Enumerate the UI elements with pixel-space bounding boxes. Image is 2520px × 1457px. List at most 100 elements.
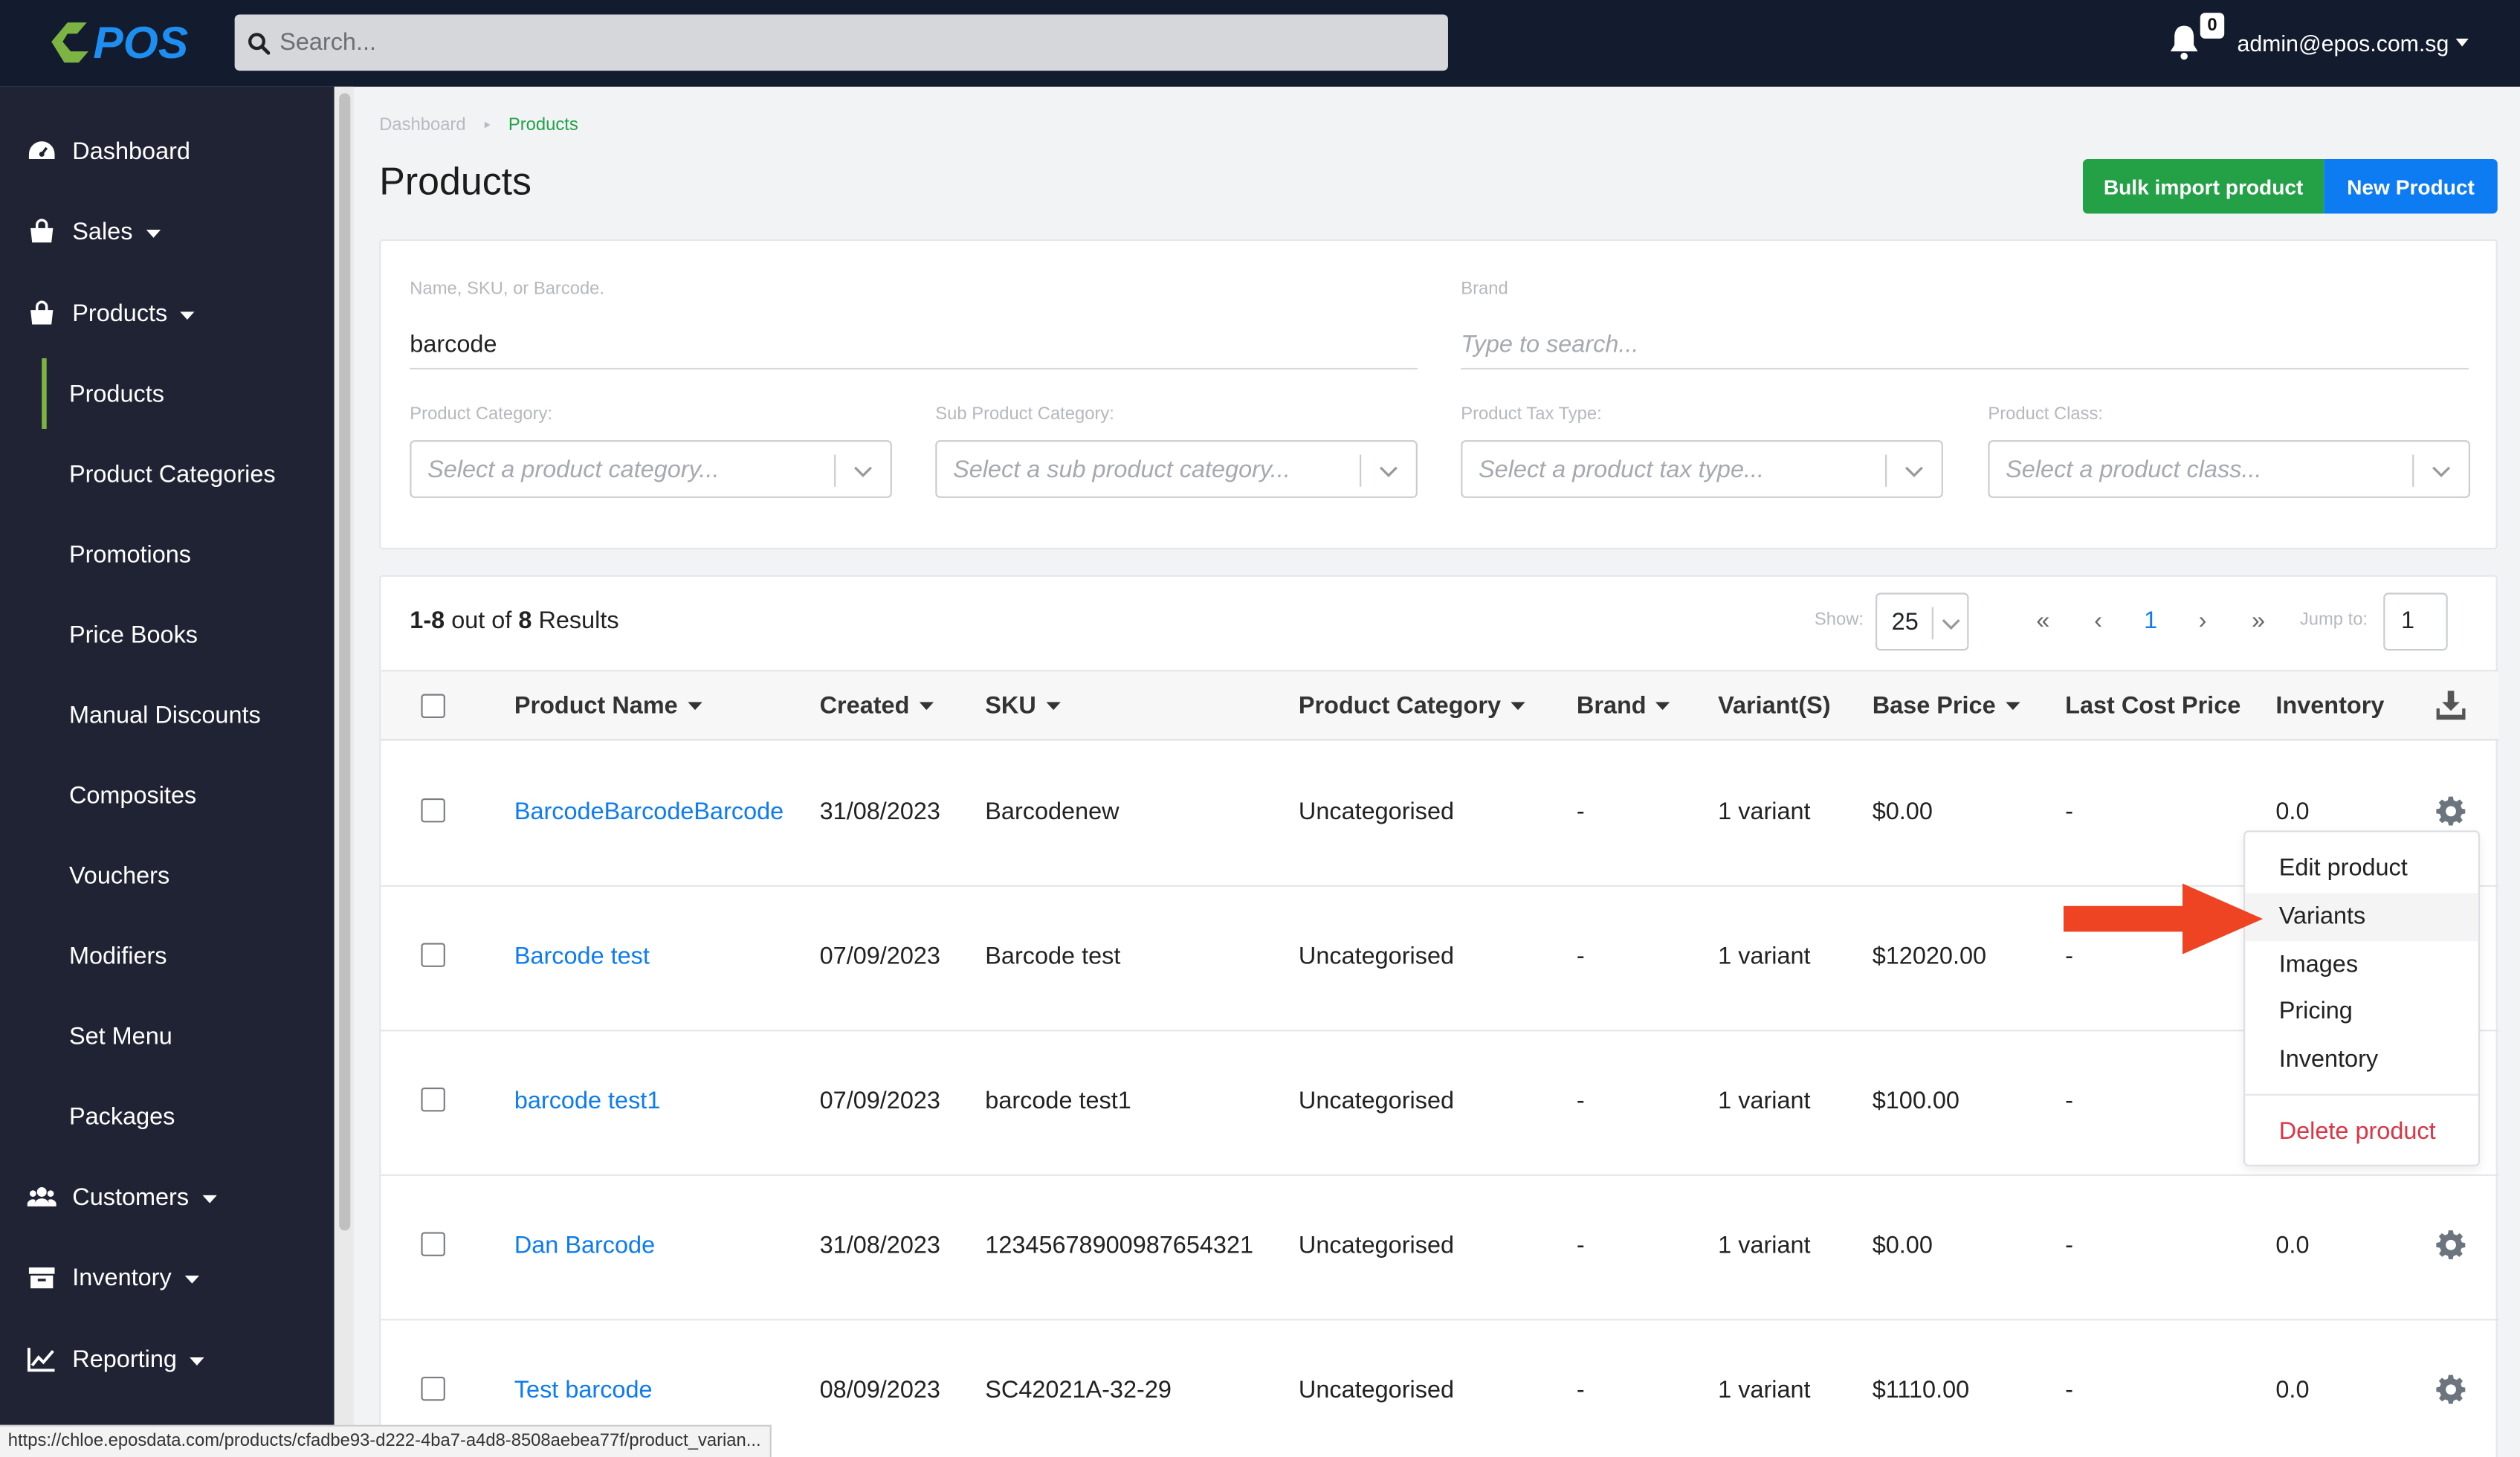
cell-base-price: $12020.00 (1872, 943, 1987, 971)
sidebar-subitem-price-books[interactable]: Price Books (0, 602, 335, 666)
menu-item-inventory[interactable]: Inventory (2245, 1036, 2478, 1085)
row-checkbox[interactable] (421, 1232, 445, 1256)
row-checkbox[interactable] (421, 943, 445, 967)
cell-category: Uncategorised (1298, 1376, 1455, 1404)
select-placeholder: Select a product category... (427, 456, 720, 484)
sidebar-scrollbar-thumb[interactable] (339, 93, 351, 1231)
cell-sku: 12345678900987654321 (985, 1232, 1254, 1260)
sidebar-item-label: Customers (72, 1183, 190, 1211)
gear-icon[interactable] (2435, 1374, 2466, 1406)
name-filter-input[interactable] (410, 321, 1418, 370)
current-page-button[interactable]: 1 (2144, 607, 2157, 635)
cell-brand: - (1576, 1376, 1585, 1404)
gear-icon[interactable] (2435, 795, 2466, 827)
user-menu[interactable]: admin@epos.com.sg (2238, 30, 2469, 56)
top-navbar: POS 0 admin@epos.com.sg (0, 0, 2520, 87)
sort-caret-icon (1045, 701, 1061, 710)
brand-filter-label: Brand (1461, 280, 1508, 299)
taxtype-select[interactable]: Select a product tax type... (1461, 440, 1943, 498)
results-count: 1-8 out of 8 Results (410, 607, 619, 635)
sidebar-subitem-vouchers[interactable]: Vouchers (0, 844, 335, 908)
cell-created: 08/09/2023 (819, 1376, 940, 1404)
menu-item-variants[interactable]: Variants (2245, 893, 2478, 942)
page-size-label: Show: (1814, 610, 1864, 630)
sidebar-item-reporting[interactable]: Reporting (0, 1327, 335, 1391)
caret-down-icon (184, 1274, 199, 1283)
category-select[interactable]: Select a product category... (410, 440, 892, 498)
row-checkbox[interactable] (421, 1087, 445, 1112)
sort-caret-icon (687, 701, 702, 710)
cell-last-cost: - (2065, 1087, 2073, 1115)
brand-filter-input[interactable] (1461, 321, 2469, 370)
sidebar-item-inventory[interactable]: Inventory (0, 1245, 335, 1309)
global-search[interactable] (234, 14, 1448, 71)
search-input[interactable] (280, 28, 1405, 56)
prev-page-button[interactable]: ‹ (2094, 607, 2102, 635)
cell-created: 07/09/2023 (819, 943, 940, 971)
download-icon[interactable] (2435, 689, 2466, 721)
select-placeholder: Select a sub product category... (953, 456, 1290, 484)
next-page-button[interactable]: › (2199, 607, 2207, 635)
first-page-button[interactable]: « (2036, 607, 2049, 635)
sidebar-subitem-manual-discounts[interactable]: Manual Discounts (0, 682, 335, 746)
gear-icon[interactable] (2435, 1229, 2466, 1261)
product-name-link[interactable]: Test barcode (514, 1377, 653, 1404)
sidebar-item-label: Promotions (68, 540, 192, 568)
cell-inventory: 0.0 (2275, 1376, 2310, 1404)
product-name-link[interactable]: BarcodeBarcodeBarcode (514, 798, 784, 826)
sidebar-subitem-modifiers[interactable]: Modifiers (0, 924, 335, 988)
col-sku[interactable]: SKU (985, 692, 1061, 720)
subcategory-select[interactable]: Select a sub product category... (935, 440, 1418, 498)
col-created[interactable]: Created (820, 692, 934, 720)
page: POS 0 admin@epos.com.sg Dashboard Sales … (0, 0, 2520, 1457)
sort-caret-icon (1655, 701, 1671, 710)
last-page-button[interactable]: » (2252, 607, 2265, 635)
bell-icon[interactable] (2166, 22, 2202, 61)
table-row: BarcodeBarcodeBarcode 31/08/2023 Barcode… (381, 742, 2499, 887)
col-product-category[interactable]: Product Category (1299, 692, 1525, 720)
menu-item-images[interactable]: Images (2245, 941, 2478, 989)
menu-item-edit-product[interactable]: Edit product (2245, 845, 2478, 894)
epos-logo[interactable]: POS (45, 14, 213, 68)
sidebar-subitem-product-categories[interactable]: Product Categories (0, 442, 335, 505)
select-all-checkbox[interactable] (421, 694, 445, 718)
page-size-select[interactable]: 25 (1876, 592, 1969, 651)
sidebar-subitem-packages[interactable]: Packages (0, 1085, 335, 1149)
sidebar-item-products[interactable]: Products (0, 281, 335, 345)
jump-to-input[interactable]: 1 (2383, 592, 2448, 651)
sidebar-item-dashboard[interactable]: Dashboard (0, 119, 335, 183)
row-checkbox[interactable] (421, 1376, 445, 1401)
col-brand[interactable]: Brand (1577, 692, 1671, 720)
product-name-link[interactable]: Dan Barcode (514, 1232, 655, 1259)
breadcrumb-home[interactable]: Dashboard (379, 116, 465, 137)
chevron-down-icon (1942, 618, 1960, 630)
menu-item-delete-product[interactable]: Delete product (2245, 1108, 2478, 1157)
product-name-link[interactable]: barcode test1 (514, 1088, 661, 1115)
sidebar: Dashboard Sales Products Products Produc… (0, 86, 335, 1457)
class-select[interactable]: Select a product class... (1988, 440, 2470, 498)
sidebar-subitem-set-menu[interactable]: Set Menu (0, 1004, 335, 1068)
cell-brand: - (1576, 798, 1585, 826)
sidebar-item-label: Packages (68, 1102, 175, 1131)
svg-text:POS: POS (93, 17, 188, 68)
sidebar-subitem-products[interactable]: Products (0, 358, 335, 429)
table-row: barcode test1 07/09/2023 barcode test1 U… (381, 1031, 2499, 1176)
col-base-price[interactable]: Base Price (1873, 692, 2020, 720)
product-name-link[interactable]: Barcode test (514, 943, 650, 971)
sidebar-subitem-promotions[interactable]: Promotions (0, 522, 335, 586)
col-inventory: Inventory (2275, 692, 2385, 720)
col-product-name[interactable]: Product Name (514, 692, 702, 720)
sidebar-item-label: Modifiers (68, 942, 167, 970)
menu-item-pricing[interactable]: Pricing (2245, 988, 2478, 1036)
new-product-button[interactable]: New Product (2324, 158, 2498, 214)
sidebar-subitem-composites[interactable]: Composites (0, 763, 335, 827)
bulk-import-button[interactable]: Bulk import product (2082, 158, 2324, 214)
shopping-bag-icon (30, 300, 54, 325)
select-placeholder: Select a product tax type... (1479, 456, 1765, 484)
sidebar-item-sales[interactable]: Sales (0, 199, 335, 263)
sidebar-item-label: Reporting (72, 1345, 177, 1373)
row-checkbox[interactable] (421, 798, 445, 823)
taxtype-filter-label: Product Tax Type: (1461, 404, 1602, 424)
cell-variants: 1 variant (1718, 1087, 1811, 1115)
sidebar-item-customers[interactable]: Customers (0, 1165, 335, 1229)
